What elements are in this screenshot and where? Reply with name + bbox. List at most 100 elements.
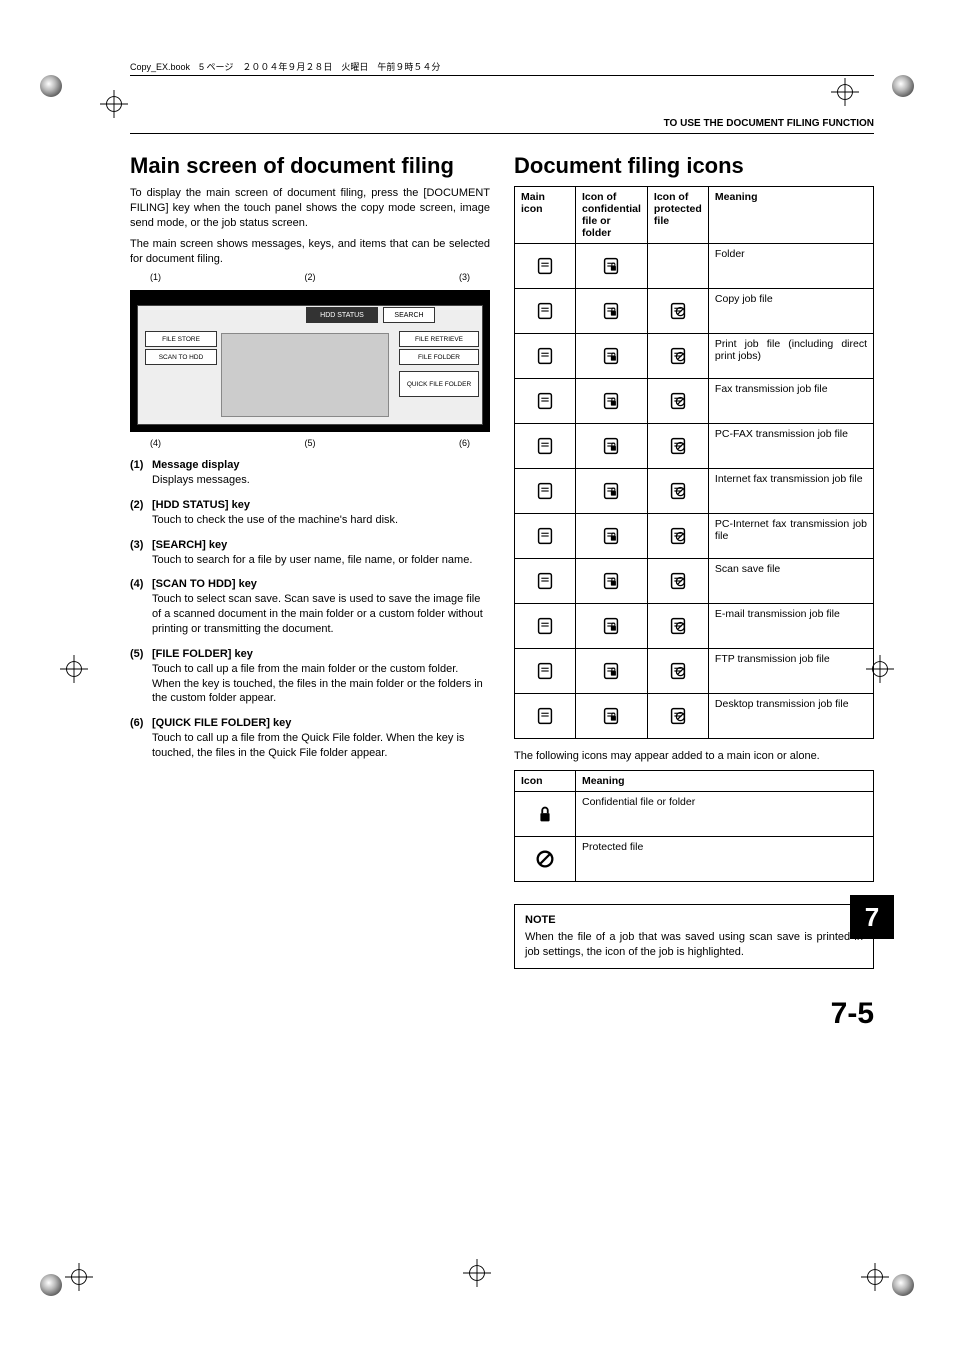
main-icon-cell bbox=[515, 694, 576, 739]
th-confidential: Icon of confidential file or folder bbox=[576, 187, 648, 244]
meaning-cell: Print job file (including direct print j… bbox=[708, 334, 873, 379]
meaning-cell: PC-Internet fax transmission job file bbox=[708, 514, 873, 559]
scan-to-hdd-button: SCAN TO HDD bbox=[145, 349, 217, 365]
protected-icon-cell bbox=[647, 694, 708, 739]
confidential-icon-cell bbox=[576, 604, 648, 649]
protected-icon-cell bbox=[647, 289, 708, 334]
confidential-icon-cell bbox=[576, 559, 648, 604]
key-body: Touch to call up a file from the main fo… bbox=[152, 663, 483, 705]
modifier-icons-table: Icon Meaning Confidential file or folder… bbox=[514, 770, 874, 882]
meaning-cell: Internet fax transmission job file bbox=[708, 469, 873, 514]
main-icon-cell bbox=[515, 514, 576, 559]
key-item-1: Message displayDisplays messages. bbox=[130, 458, 490, 488]
page-number: 7-5 bbox=[130, 997, 874, 1031]
key-body: Displays messages. bbox=[152, 474, 250, 486]
meaning-cell: Protected file bbox=[576, 837, 874, 882]
protected-icon-cell bbox=[647, 559, 708, 604]
th-protected: Icon of protected file bbox=[647, 187, 708, 244]
printer-illustration bbox=[221, 333, 389, 417]
right-section-title: Document filing icons bbox=[514, 154, 874, 178]
table-row: Fax transmission job file bbox=[515, 379, 874, 424]
key-title: [SCAN TO HDD] key bbox=[152, 577, 490, 592]
chapter-tab: 7 bbox=[850, 895, 894, 939]
main-icon-cell bbox=[515, 649, 576, 694]
book-info-text: Copy_EX.book 5 ページ ２００４年９月２８日 火曜日 午前９時５４… bbox=[130, 62, 440, 72]
table-row: E-mail transmission job file bbox=[515, 604, 874, 649]
key-title: [HDD STATUS] key bbox=[152, 498, 490, 513]
key-item-6: [QUICK FILE FOLDER] keyTouch to call up … bbox=[130, 716, 490, 761]
divider bbox=[130, 133, 874, 134]
confidential-icon-cell bbox=[576, 514, 648, 559]
protected-icon-cell bbox=[647, 649, 708, 694]
callout-1: (1) bbox=[150, 272, 161, 282]
after-table-text: The following icons may appear added to … bbox=[514, 749, 874, 764]
key-item-2: [HDD STATUS] keyTouch to check the use o… bbox=[130, 498, 490, 528]
key-item-4: [SCAN TO HDD] keyTouch to select scan sa… bbox=[130, 577, 490, 636]
key-descriptions: Message displayDisplays messages. [HDD S… bbox=[130, 458, 490, 760]
th-main-icon: Main icon bbox=[515, 187, 576, 244]
key-title: [QUICK FILE FOLDER] key bbox=[152, 716, 490, 731]
modifier-icon-cell bbox=[515, 792, 576, 837]
table-row: Protected file bbox=[515, 837, 874, 882]
key-body: Touch to check the use of the machine's … bbox=[152, 514, 398, 526]
meaning-cell: Desktop transmission job file bbox=[708, 694, 873, 739]
protected-icon-cell bbox=[647, 469, 708, 514]
search-button: SEARCH bbox=[383, 307, 435, 323]
modifier-icon-cell bbox=[515, 837, 576, 882]
key-title: [FILE FOLDER] key bbox=[152, 647, 490, 662]
confidential-icon-cell bbox=[576, 424, 648, 469]
left-section-title: Main screen of document filing bbox=[130, 154, 490, 178]
table-row: Desktop transmission job file bbox=[515, 694, 874, 739]
confidential-icon-cell bbox=[576, 334, 648, 379]
protected-icon-cell bbox=[647, 334, 708, 379]
hdd-status-button: HDD STATUS bbox=[306, 307, 378, 323]
running-head: TO USE THE DOCUMENT FILING FUNCTION bbox=[130, 118, 874, 129]
table-row: PC-Internet fax transmission job file bbox=[515, 514, 874, 559]
intro-paragraph-2: The main screen shows messages, keys, an… bbox=[130, 237, 490, 267]
confidential-icon-cell bbox=[576, 289, 648, 334]
th-meaning: Meaning bbox=[576, 771, 874, 792]
table-row: Copy job file bbox=[515, 289, 874, 334]
th-icon: Icon bbox=[515, 771, 576, 792]
registration-mark bbox=[65, 1263, 93, 1291]
confidential-icon-cell bbox=[576, 694, 648, 739]
file-folder-button: FILE FOLDER bbox=[399, 349, 479, 365]
meaning-cell: E-mail transmission job file bbox=[708, 604, 873, 649]
book-header: Copy_EX.book 5 ページ ２００４年９月２８日 火曜日 午前９時５４… bbox=[130, 60, 874, 78]
meaning-cell: Fax transmission job file bbox=[708, 379, 873, 424]
key-body: Touch to search for a file by user name,… bbox=[152, 554, 472, 566]
main-icon-cell bbox=[515, 424, 576, 469]
key-body: Touch to select scan save. Scan save is … bbox=[152, 593, 483, 635]
touchpanel-diagram: HDD STATUS SEARCH FILE STORE SCAN TO HDD… bbox=[130, 290, 490, 432]
table-row: Confidential file or folder bbox=[515, 792, 874, 837]
registration-mark bbox=[463, 1259, 491, 1287]
intro-paragraph-1: To display the main screen of document f… bbox=[130, 186, 490, 231]
callout-6: (6) bbox=[459, 438, 470, 448]
registration-mark bbox=[861, 1263, 889, 1291]
protected-icon-cell bbox=[647, 244, 708, 289]
protected-icon-cell bbox=[647, 604, 708, 649]
protected-icon-cell bbox=[647, 379, 708, 424]
note-box: NOTE When the file of a job that was sav… bbox=[514, 904, 874, 969]
callout-3: (3) bbox=[459, 272, 470, 282]
key-title: [SEARCH] key bbox=[152, 538, 490, 553]
table-row: Folder bbox=[515, 244, 874, 289]
table-row: FTP transmission job file bbox=[515, 649, 874, 694]
main-icon-cell bbox=[515, 334, 576, 379]
th-meaning: Meaning bbox=[708, 187, 873, 244]
meaning-cell: Folder bbox=[708, 244, 873, 289]
confidential-icon-cell bbox=[576, 379, 648, 424]
protected-icon-cell bbox=[647, 514, 708, 559]
main-icon-cell bbox=[515, 604, 576, 649]
note-title: NOTE bbox=[525, 913, 863, 928]
meaning-cell: Scan save file bbox=[708, 559, 873, 604]
diagram-top-callouts: (1) (2) (3) bbox=[130, 272, 490, 286]
meaning-cell: FTP transmission job file bbox=[708, 649, 873, 694]
corner-dot bbox=[40, 1274, 62, 1296]
confidential-icon-cell bbox=[576, 649, 648, 694]
protected-icon-cell bbox=[647, 424, 708, 469]
main-icon-cell bbox=[515, 244, 576, 289]
main-icon-cell bbox=[515, 289, 576, 334]
note-body: When the file of a job that was saved us… bbox=[525, 931, 863, 958]
key-body: Touch to call up a file from the Quick F… bbox=[152, 732, 464, 759]
